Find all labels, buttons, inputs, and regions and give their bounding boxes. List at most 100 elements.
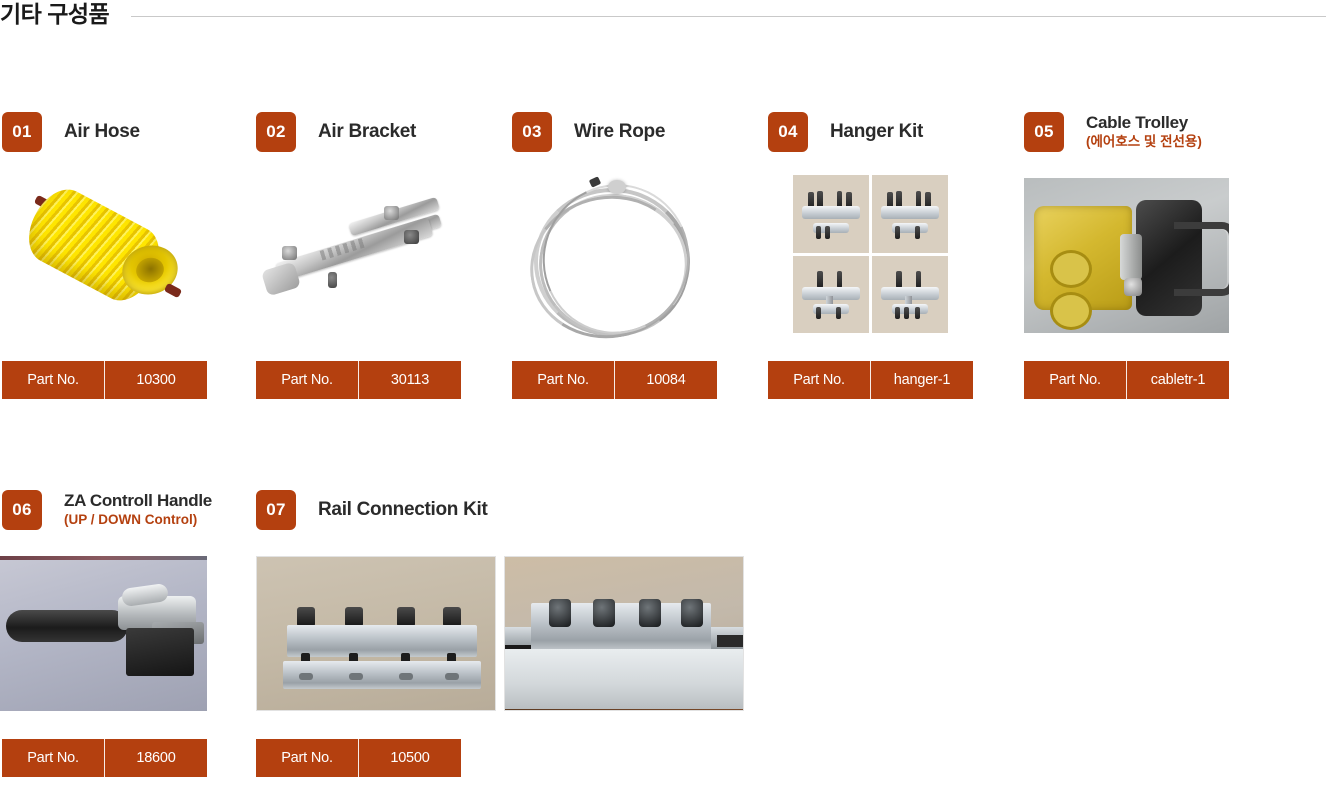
rail1-bolt-4	[443, 607, 461, 627]
part-no-value-01: 10300	[136, 372, 176, 388]
part-no-divider-06	[104, 739, 105, 777]
part-no-bar-02: Part No. 30113	[256, 361, 461, 399]
part-no-value-04: hanger-1	[893, 372, 951, 388]
handle-photo-edge	[0, 556, 207, 560]
part-no-label-07: Part No.	[281, 750, 333, 766]
rail2-bolt-1	[549, 599, 571, 627]
item-title-07: Rail Connection Kit	[318, 499, 488, 521]
rail1-hole-4	[445, 673, 459, 680]
item-title-04: Hanger Kit	[830, 121, 924, 143]
trolley-body	[1034, 206, 1132, 330]
part-no-divider-04	[870, 361, 871, 399]
item-titles-05: Cable Trolley (에어호스 및 전선용)	[1086, 113, 1202, 150]
rope-loop-4	[521, 170, 711, 345]
part-no-label-04: Part No.	[793, 372, 845, 388]
part-no-bar-06: Part No. 18600	[2, 739, 207, 777]
item-title-06: ZA Controll Handle	[64, 491, 212, 511]
part-no-divider-05	[1126, 361, 1127, 399]
item-titles-04: Hanger Kit	[830, 121, 923, 142]
rail-connection-kit-photo	[256, 556, 496, 711]
part-no-label-05: Part No.	[1049, 372, 1101, 388]
rail1-hole-1	[299, 673, 313, 680]
item-card-07[interactable]: 07 Rail Connection Kit Part No. 10500	[256, 488, 744, 777]
part-no-value-07: 10500	[390, 750, 430, 766]
rail2-bolt-2	[593, 599, 615, 627]
rail1-hole-2	[349, 673, 363, 680]
handle-base-block	[126, 628, 194, 676]
hanger-kit-cell-2	[872, 175, 948, 253]
item-badge-03: 03	[512, 112, 552, 152]
part-no-bar-05: Part No. cabletr-1	[1024, 361, 1229, 399]
item-header-03: 03 Wire Rope	[512, 110, 717, 154]
item-badge-05: 05	[1024, 112, 1064, 152]
rope-knot	[608, 180, 626, 194]
za-control-handle-photo	[0, 556, 207, 711]
item-badge-06: 06	[2, 490, 42, 530]
part-no-bar-07: Part No. 10500	[256, 739, 461, 777]
hanger-kit-cell-3	[793, 255, 869, 333]
bracket-end-head	[260, 261, 302, 297]
part-no-label-06: Part No.	[27, 750, 79, 766]
hanger-kit-cell-4	[872, 255, 948, 333]
part-no-bar-01: Part No. 10300	[2, 361, 207, 399]
air-bracket-photo	[256, 170, 461, 345]
rail1-bolt-2	[345, 607, 363, 627]
item-titles-07: Rail Connection Kit	[318, 499, 488, 520]
item-header-07: 07 Rail Connection Kit	[256, 488, 741, 532]
trolley-handle	[1174, 222, 1229, 296]
part-no-bar-03: Part No. 10084	[512, 361, 717, 399]
item-badge-02: 02	[256, 112, 296, 152]
item-header-04: 04 Hanger Kit	[768, 110, 973, 154]
bracket-knob-1	[282, 246, 297, 260]
item-title-05: Cable Trolley	[1086, 113, 1188, 133]
item-subtitle-05: (에어호스 및 전선용)	[1086, 134, 1202, 150]
part-no-label-02: Part No.	[281, 372, 333, 388]
part-no-label-03: Part No.	[537, 372, 589, 388]
part-no-divider-01	[104, 361, 105, 399]
bracket-knob-2	[384, 206, 399, 220]
item-title-01: Air Hose	[64, 121, 140, 143]
part-no-value-03: 10084	[646, 372, 686, 388]
trolley-bolt	[1120, 234, 1142, 280]
item-titles-02: Air Bracket	[318, 121, 416, 142]
part-no-value-06: 18600	[136, 750, 176, 766]
item-card-01[interactable]: 01 Air Hose Part No. 10300	[2, 110, 207, 399]
item-header-02: 02 Air Bracket	[256, 110, 461, 154]
part-no-label-01: Part No.	[27, 372, 79, 388]
item-badge-01: 01	[2, 112, 42, 152]
item-card-03[interactable]: 03 Wire Rope Part No. 10084	[512, 110, 717, 399]
part-no-value-05: cabletr-1	[1150, 372, 1206, 388]
bracket-bolt-1	[404, 230, 419, 244]
rail2-shadow-right	[717, 635, 743, 647]
item-card-05[interactable]: 05 Cable Trolley (에어호스 및 전선용) Part No. c…	[1024, 110, 1229, 399]
parts-catalog-page: 기타 구성품 01 Air Hose Part No. 10300 02 Air…	[0, 0, 1330, 790]
part-no-divider-03	[614, 361, 615, 399]
cable-trolley-photo	[1024, 178, 1229, 333]
hanger-kit-photo	[793, 175, 948, 333]
item-header-06: 06 ZA Controll Handle (UP / DOWN Control…	[2, 488, 212, 532]
trolley-nut	[1124, 278, 1142, 296]
item-header-01: 01 Air Hose	[2, 110, 207, 154]
item-card-02[interactable]: 02 Air Bracket Part No. 30113	[256, 110, 461, 399]
rail-connection-kit-photo-2	[504, 556, 744, 711]
item-titles-03: Wire Rope	[574, 121, 665, 142]
hanger-kit-cell-1	[793, 175, 869, 253]
item-badge-04: 04	[768, 112, 808, 152]
part-no-bar-04: Part No. hanger-1	[768, 361, 973, 399]
wire-rope-photo	[512, 170, 717, 345]
part-no-divider-02	[358, 361, 359, 399]
part-no-value-02: 30113	[390, 372, 430, 388]
rail1-bolt-1	[297, 607, 315, 627]
page-title: 기타 구성품	[0, 0, 110, 27]
item-header-05: 05 Cable Trolley (에어호스 및 전선용)	[1024, 110, 1229, 154]
item-titles-06: ZA Controll Handle (UP / DOWN Control)	[64, 491, 212, 528]
item-card-04[interactable]: 04 Hanger Kit Part No. hanger-1	[768, 110, 973, 399]
trolley-hole-1	[1050, 250, 1092, 288]
item-subtitle-06: (UP / DOWN Control)	[64, 512, 198, 528]
header-divider	[131, 15, 1326, 17]
item-card-06[interactable]: 06 ZA Controll Handle (UP / DOWN Control…	[0, 488, 212, 777]
item-titles-01: Air Hose	[64, 121, 140, 142]
hanger-kit-grid	[793, 175, 948, 333]
item-badge-07: 07	[256, 490, 296, 530]
rail1-hole-3	[399, 673, 413, 680]
